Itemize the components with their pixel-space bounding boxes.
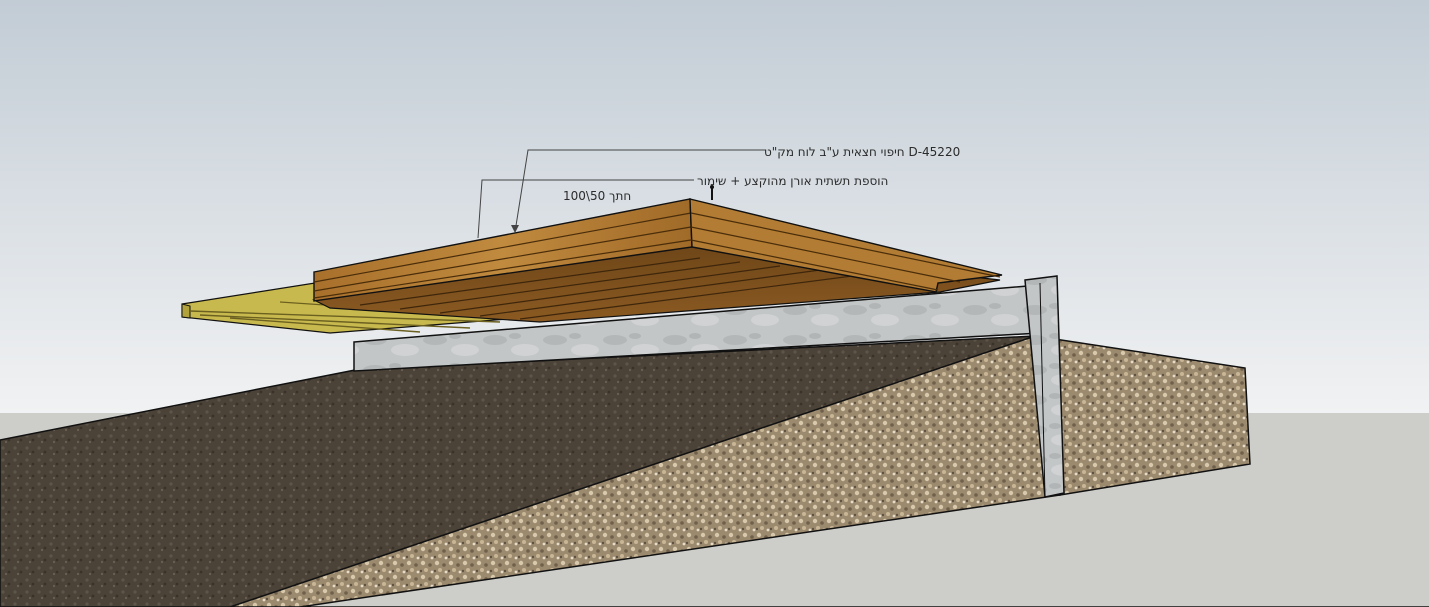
annotation-label-second-line2: חתך 50\100 [563,189,631,203]
yellow-deck-edge [181,303,191,319]
annotation-label-top: D-45220 חיפוי חצאית ע"ב לוח מק"ט [764,145,960,159]
sketchup-viewport[interactable]: D-45220 חיפוי חצאית ע"ב לוח מק"ט הוספת ת… [0,0,1429,607]
3d-model-scene: D-45220 חיפוי חצאית ע"ב לוח מק"ט הוספת ת… [0,0,1429,607]
annotation-label-second-line1: הוספת תשתית אורן מהוקצע + שימור [697,174,888,188]
